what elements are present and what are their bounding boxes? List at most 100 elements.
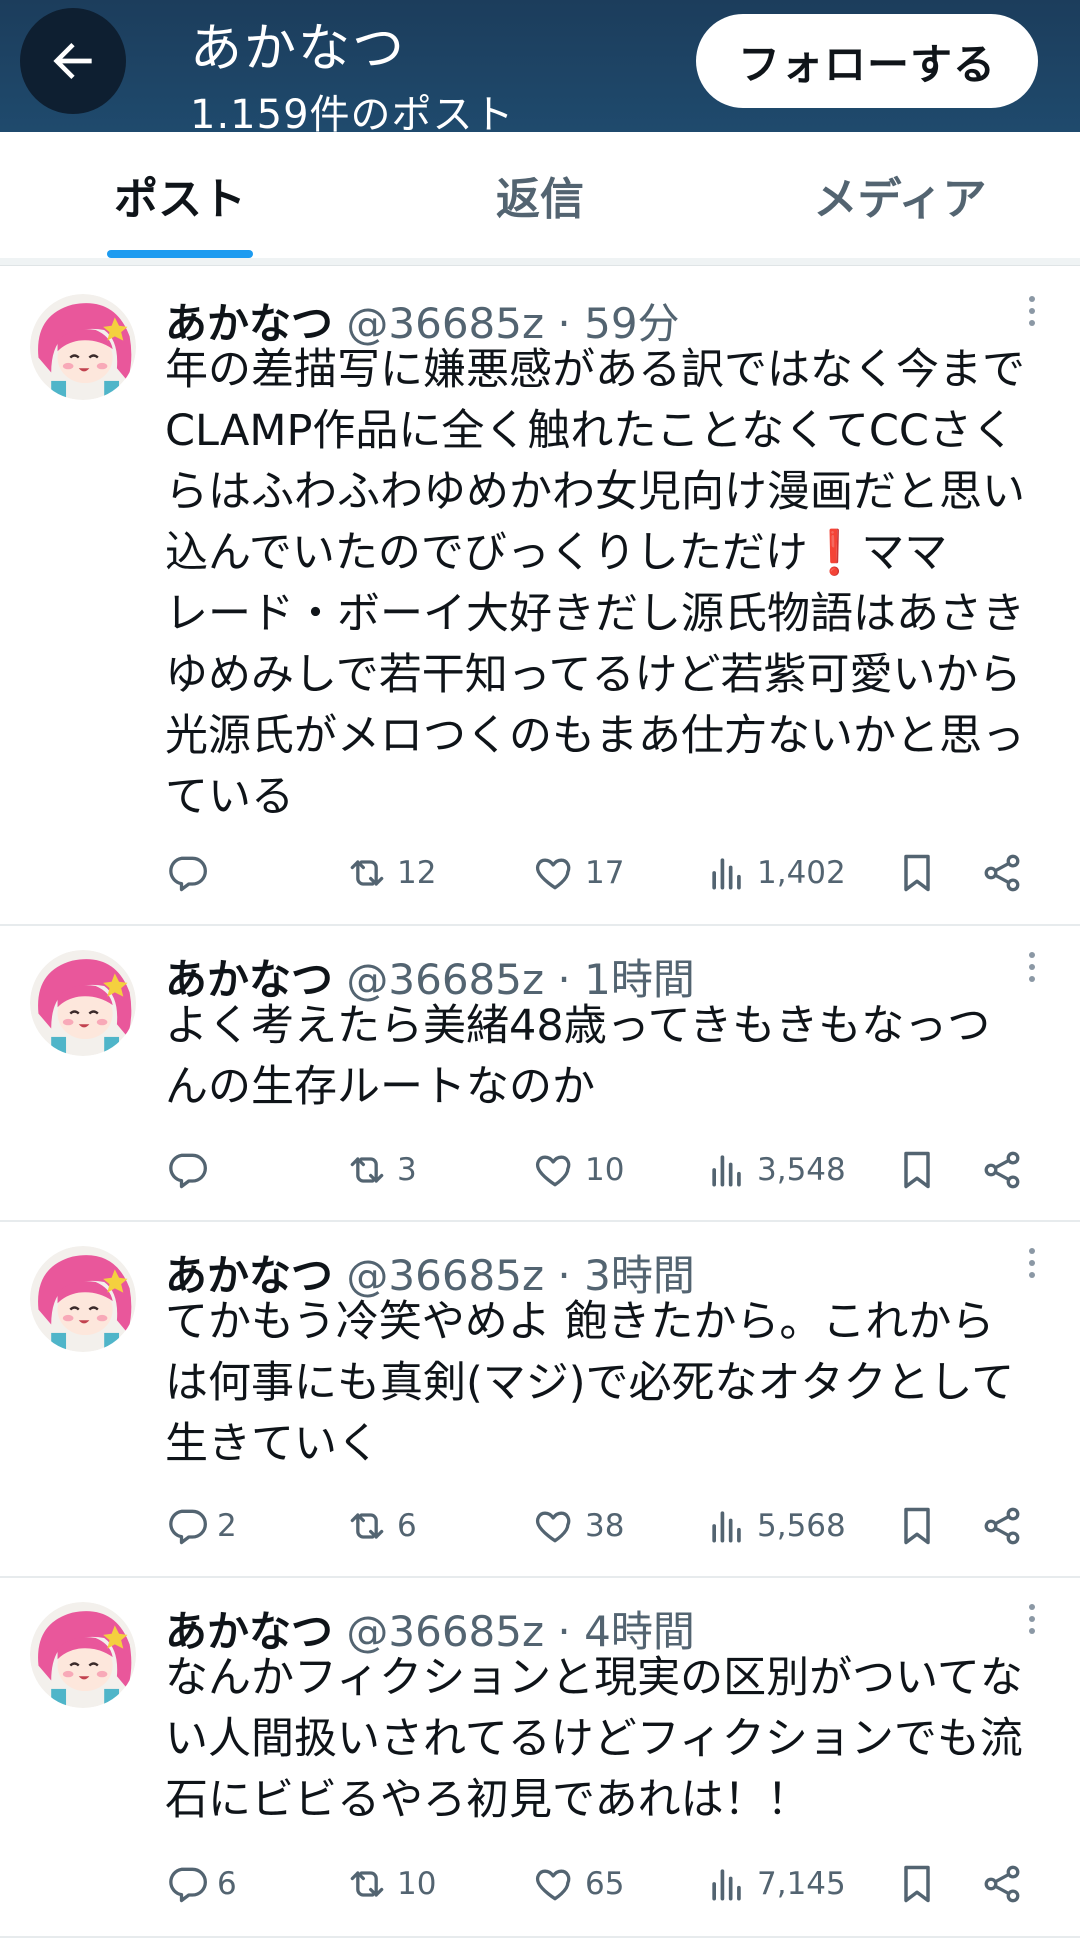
repost-button[interactable]: 6 xyxy=(345,1496,417,1556)
tab-divider xyxy=(0,258,1080,266)
reply-button[interactable]: 2 xyxy=(165,1496,237,1556)
post[interactable]: あかなつ @36685z · 4時間 なんかフィクションと現実の区別がついてな … xyxy=(0,1578,1080,1938)
avatar[interactable] xyxy=(30,1602,136,1708)
repost-icon xyxy=(350,860,384,886)
reply-icon xyxy=(169,1509,207,1545)
post-text: 年の差描写に嫌悪感がある訳ではなく今まで CLAMP作品に全く触れたことなくてC… xyxy=(165,345,1025,822)
more-button[interactable] xyxy=(1026,1604,1038,1640)
tab-label: メディア xyxy=(813,174,987,225)
tab-label: ポスト xyxy=(114,174,246,225)
heart-icon xyxy=(535,858,571,890)
like-button[interactable]: 65 xyxy=(533,1854,624,1914)
bookmark-button[interactable] xyxy=(895,1854,939,1914)
heart-icon xyxy=(535,1869,571,1901)
share-button[interactable] xyxy=(980,1854,1024,1914)
profile-header: あかなつ 1.159件のポスト フォローする xyxy=(0,0,1080,138)
profile-tabs: ポスト 返信 メディア xyxy=(0,132,1080,258)
share-icon xyxy=(984,854,1020,892)
share-icon xyxy=(984,1507,1020,1545)
bookmark-button[interactable] xyxy=(895,843,939,903)
reply-button[interactable]: 6 xyxy=(165,1854,237,1914)
more-button[interactable] xyxy=(1026,1248,1038,1284)
repost-button[interactable]: 12 xyxy=(345,843,436,903)
reply-icon xyxy=(169,856,207,892)
heart-icon xyxy=(535,1155,571,1187)
like-button[interactable]: 38 xyxy=(533,1496,624,1556)
post[interactable]: あかなつ @36685z · 1時間 よく考えたら美緒48歳ってきもきもなっつ … xyxy=(0,926,1080,1222)
bookmark-icon xyxy=(904,1865,930,1903)
more-icon xyxy=(1026,296,1038,326)
more-button[interactable] xyxy=(1026,952,1038,988)
views-icon xyxy=(712,1869,741,1901)
arrow-left-icon xyxy=(53,43,92,79)
share-icon xyxy=(984,1151,1020,1189)
bookmark-button[interactable] xyxy=(895,1496,939,1556)
more-icon xyxy=(1026,952,1038,982)
profile-name: あかなつ xyxy=(190,19,407,79)
avatar[interactable] xyxy=(30,950,136,1056)
post-text: なんかフィクションと現実の区別がついてな い人間扱いされてるけどフィクションでも… xyxy=(165,1653,1023,1825)
like-button[interactable]: 17 xyxy=(533,843,624,903)
views-icon xyxy=(712,858,741,890)
bookmark-icon xyxy=(904,854,930,892)
more-icon xyxy=(1026,1604,1038,1634)
repost-button[interactable]: 10 xyxy=(345,1854,436,1914)
post-actions: 3 10 3,548 xyxy=(165,1140,1045,1200)
views-icon xyxy=(712,1155,741,1187)
repost-icon xyxy=(350,1513,384,1539)
like-count: 38 xyxy=(585,1508,625,1544)
back-button[interactable] xyxy=(20,8,126,114)
share-button[interactable] xyxy=(980,1496,1024,1556)
avatar[interactable] xyxy=(30,1246,136,1352)
heart-icon xyxy=(535,1511,571,1543)
views-button[interactable]: 3,548 xyxy=(705,1140,846,1200)
views-button[interactable]: 1,402 xyxy=(705,843,846,903)
reply-count: 6 xyxy=(217,1866,237,1902)
like-count: 10 xyxy=(585,1152,625,1188)
repost-count: 3 xyxy=(397,1152,417,1188)
follow-button[interactable]: フォローする xyxy=(696,14,1038,108)
tab-posts[interactable]: ポスト xyxy=(0,132,360,258)
post[interactable]: あかなつ @36685z · 3時間 てかもう冷笑やめよ 飽きたから。これから … xyxy=(0,1222,1080,1578)
reply-icon xyxy=(169,1153,207,1189)
views-button[interactable]: 5,568 xyxy=(705,1496,846,1556)
repost-count: 10 xyxy=(397,1866,437,1902)
reply-icon xyxy=(169,1867,207,1903)
views-icon xyxy=(712,1511,741,1543)
reply-button[interactable] xyxy=(165,843,217,903)
bookmark-icon xyxy=(904,1151,930,1189)
avatar[interactable] xyxy=(30,294,136,400)
bookmark-button[interactable] xyxy=(895,1140,939,1200)
more-button[interactable] xyxy=(1026,296,1038,332)
tab-replies[interactable]: 返信 xyxy=(360,132,720,258)
repost-icon xyxy=(350,1871,384,1897)
like-count: 17 xyxy=(585,855,625,891)
more-icon xyxy=(1026,1248,1038,1278)
tab-media[interactable]: メディア xyxy=(720,132,1080,258)
views-button[interactable]: 7,145 xyxy=(705,1854,846,1914)
reply-button[interactable] xyxy=(165,1140,217,1200)
reply-count: 2 xyxy=(217,1508,237,1544)
bookmark-icon xyxy=(904,1507,930,1545)
repost-icon xyxy=(350,1157,384,1183)
post-text: てかもう冷笑やめよ 飽きたから。これから は何事にも真剣(マジ)で必死なオタクと… xyxy=(165,1297,1015,1469)
share-button[interactable] xyxy=(980,843,1024,903)
repost-count: 12 xyxy=(397,855,437,891)
post[interactable]: あかなつ @36685z · 59分 年の差描写に嫌悪感がある訳ではなく今まで … xyxy=(0,268,1080,926)
post-actions: 2 6 38 5,568 xyxy=(165,1496,1045,1556)
like-count: 65 xyxy=(585,1866,625,1902)
post-actions: 6 10 65 7,145 xyxy=(165,1854,1045,1914)
view-count: 7,145 xyxy=(757,1866,846,1902)
like-button[interactable]: 10 xyxy=(533,1140,624,1200)
post-actions: 12 17 1,402 xyxy=(165,843,1045,903)
view-count: 1,402 xyxy=(757,855,846,891)
repost-button[interactable]: 3 xyxy=(345,1140,417,1200)
view-count: 5,568 xyxy=(757,1508,846,1544)
share-button[interactable] xyxy=(980,1140,1024,1200)
post-text: よく考えたら美緒48歳ってきもきもなっつ んの生存ルートなのか xyxy=(165,1001,991,1112)
share-icon xyxy=(984,1865,1020,1903)
tab-label: 返信 xyxy=(496,174,584,225)
view-count: 3,548 xyxy=(757,1152,846,1188)
active-tab-indicator xyxy=(107,250,253,258)
repost-count: 6 xyxy=(397,1508,417,1544)
